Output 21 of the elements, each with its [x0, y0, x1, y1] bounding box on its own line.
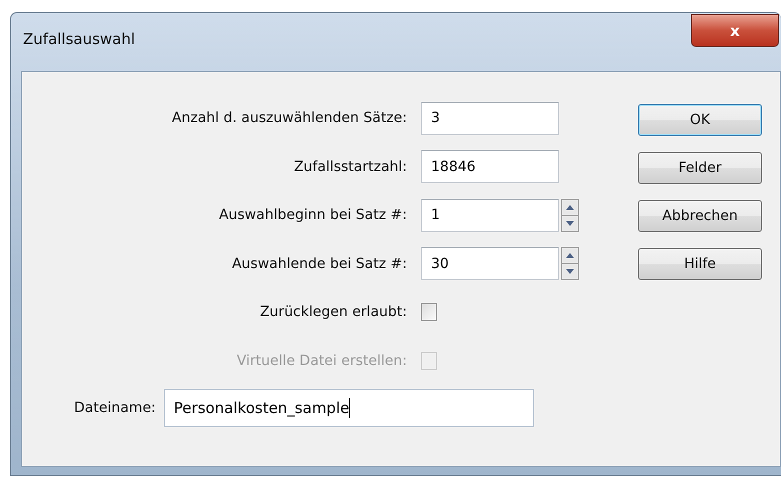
spinner-icon[interactable]: [561, 247, 579, 280]
window-title: Zufallsauswahl: [23, 30, 136, 48]
field-label: Auswahlbeginn bei Satz #:: [218, 207, 407, 224]
field-label: Auswahlende bei Satz #:: [230, 256, 407, 272]
field-label: Virtuelle Datei erstellen:: [236, 352, 407, 369]
input-field[interactable]: 1: [421, 198, 559, 232]
input-field[interactable]: 3: [421, 102, 559, 135]
dialog-button[interactable]: OK: [638, 104, 762, 136]
field-label: Anzahl d. auszuwählenden Sätze:: [170, 110, 407, 126]
dialog-button[interactable]: Felder: [638, 152, 762, 184]
input-field[interactable]: 18846: [421, 150, 559, 184]
filename-field[interactable]: Personalkosten_sample: [164, 389, 534, 427]
checkbox[interactable]: [421, 303, 437, 322]
field-label: Zufallsstartzahl:: [292, 158, 407, 175]
close-button[interactable]: x: [691, 14, 779, 47]
spinner-icon[interactable]: [561, 198, 579, 232]
field-label: Zurücklegen erlaubt:: [258, 304, 407, 320]
field-label: Dateiname:: [74, 400, 156, 416]
dialog-button[interactable]: Abbrechen: [638, 200, 762, 232]
input-field[interactable]: 30: [421, 247, 559, 280]
dialog-button[interactable]: Hilfe: [638, 248, 762, 280]
